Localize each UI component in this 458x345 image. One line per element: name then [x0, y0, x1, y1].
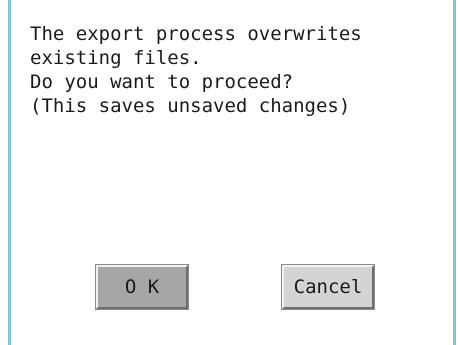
- confirm-dialog: The export process overwrites existing f…: [0, 0, 458, 345]
- dialog-message: The export process overwrites existing f…: [30, 22, 440, 118]
- message-line-2: existing files.: [30, 47, 202, 69]
- cancel-button[interactable]: Cancel: [281, 264, 375, 310]
- message-line-4: (This saves unsaved changes): [30, 95, 351, 117]
- ok-button[interactable]: O K: [95, 264, 189, 310]
- message-line-3: Do you want to proceed?: [30, 71, 294, 93]
- dialog-frame-right: [453, 0, 456, 345]
- message-line-1: The export process overwrites: [30, 23, 362, 45]
- dialog-frame-left: [8, 0, 11, 345]
